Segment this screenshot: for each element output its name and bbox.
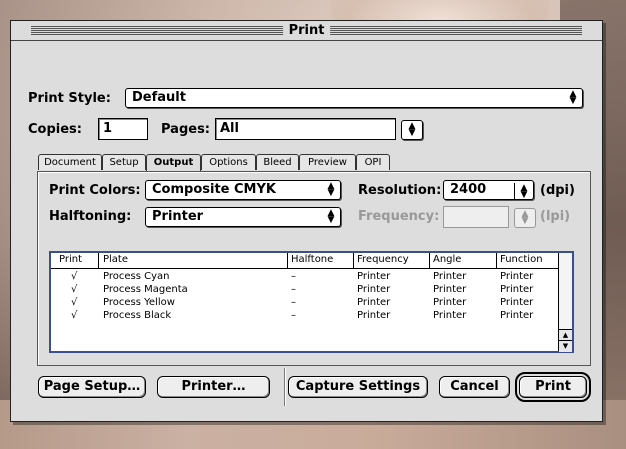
tab-document[interactable]: Document xyxy=(38,154,102,170)
halftone-cell: – xyxy=(291,297,296,308)
column-divider xyxy=(287,253,288,268)
printer-button[interactable]: Printer… xyxy=(157,376,270,398)
checkmark-icon[interactable]: √ xyxy=(71,296,77,309)
function-cell: Printer xyxy=(500,297,534,308)
up-down-arrows-icon: ▲ ▼ xyxy=(569,89,577,106)
col-print[interactable]: Print xyxy=(59,253,82,267)
plate-name: Process Black xyxy=(103,310,172,321)
column-divider xyxy=(496,253,497,268)
frequency-cell: Printer xyxy=(357,310,391,321)
print-style-value: Default xyxy=(132,90,186,105)
frequency-unit: (lpi) xyxy=(540,209,571,224)
function-cell: Printer xyxy=(500,271,534,282)
col-angle[interactable]: Angle xyxy=(433,253,461,267)
window-title: Print xyxy=(282,22,331,39)
up-down-arrows-icon: ▲ ▼ xyxy=(514,183,533,200)
halftone-cell: – xyxy=(291,284,296,295)
up-down-arrows-icon: ▲ ▼ xyxy=(327,208,335,225)
copies-label: Copies: xyxy=(28,122,82,137)
resolution-label: Resolution: xyxy=(358,183,442,198)
up-down-arrows-icon: ▲ ▼ xyxy=(521,209,529,226)
table-row[interactable]: √ Process Cyan – Printer Printer Printer xyxy=(51,270,561,283)
plate-name: Process Yellow xyxy=(103,297,175,308)
frequency-cell: Printer xyxy=(357,271,391,282)
plate-name: Process Magenta xyxy=(103,284,188,295)
frequency-popup[interactable]: ▲ ▼ xyxy=(514,208,536,228)
capture-settings-button[interactable]: Capture Settings xyxy=(288,376,428,398)
print-colors-label: Print Colors: xyxy=(49,183,141,198)
tab-bleed[interactable]: Bleed xyxy=(256,154,299,170)
tab-options[interactable]: Options xyxy=(201,154,256,170)
tab-output[interactable]: Output xyxy=(146,154,201,171)
frequency-field[interactable] xyxy=(443,206,509,228)
page-setup-button[interactable]: Page Setup… xyxy=(38,376,146,398)
function-cell: Printer xyxy=(500,284,534,295)
column-divider xyxy=(353,253,354,268)
tab-opi[interactable]: OPI xyxy=(356,154,390,170)
plates-table-header: Print Plate Halftone Frequency Angle Fun… xyxy=(51,253,561,269)
angle-cell: Printer xyxy=(433,271,467,282)
halftoning-value: Printer xyxy=(152,209,204,224)
checkmark-icon[interactable]: √ xyxy=(71,270,77,283)
pages-label: Pages: xyxy=(161,122,211,137)
pages-popup[interactable]: ▲ ▼ xyxy=(401,120,423,140)
print-dialog: Print Print Style: Default ▲ ▼ Copies: 1 … xyxy=(10,20,603,422)
column-divider xyxy=(429,253,430,268)
print-colors-value: Composite CMYK xyxy=(152,182,276,197)
checkmark-icon[interactable]: √ xyxy=(71,283,77,296)
function-cell: Printer xyxy=(500,310,534,321)
col-function[interactable]: Function xyxy=(500,253,543,267)
pages-field[interactable]: All xyxy=(215,118,396,140)
halftone-cell: – xyxy=(291,310,296,321)
copies-field[interactable]: 1 xyxy=(98,118,148,140)
resolution-value: 2400 xyxy=(450,182,487,197)
angle-cell: Printer xyxy=(433,297,467,308)
halftoning-popup[interactable]: Printer ▲ ▼ xyxy=(145,207,341,227)
plates-table-scrollbar[interactable]: ▲ ▼ xyxy=(558,253,572,352)
scroll-down-arrow-icon[interactable]: ▼ xyxy=(559,340,572,352)
col-halftone[interactable]: Halftone xyxy=(291,253,333,267)
angle-cell: Printer xyxy=(433,284,467,295)
up-down-arrows-icon: ▲ ▼ xyxy=(408,121,416,138)
tab-preview[interactable]: Preview xyxy=(299,154,356,170)
frequency-cell: Printer xyxy=(357,284,391,295)
resolution-unit: (dpi) xyxy=(540,183,575,198)
table-row[interactable]: √ Process Black – Printer Printer Printe… xyxy=(51,309,561,322)
print-button[interactable]: Print xyxy=(515,372,591,402)
table-row[interactable]: √ Process Yellow – Printer Printer Print… xyxy=(51,296,561,309)
resolution-popup[interactable]: 2400 ▲ ▼ xyxy=(443,180,534,200)
frequency-cell: Printer xyxy=(357,297,391,308)
up-down-arrows-icon: ▲ ▼ xyxy=(327,181,335,198)
frequency-label: Frequency: xyxy=(358,209,440,224)
tab-setup[interactable]: Setup xyxy=(102,154,146,170)
title-bar[interactable]: Print xyxy=(11,21,602,41)
plate-name: Process Cyan xyxy=(103,271,170,282)
halftone-cell: – xyxy=(291,271,296,282)
halftoning-label: Halftoning: xyxy=(49,209,132,224)
angle-cell: Printer xyxy=(433,310,467,321)
table-row[interactable]: √ Process Magenta – Printer Printer Prin… xyxy=(51,283,561,296)
checkmark-icon[interactable]: √ xyxy=(71,309,77,322)
print-colors-popup[interactable]: Composite CMYK ▲ ▼ xyxy=(145,180,341,200)
print-style-label: Print Style: xyxy=(28,91,111,106)
col-plate[interactable]: Plate xyxy=(103,253,128,267)
print-style-popup[interactable]: Default ▲ ▼ xyxy=(125,88,583,108)
button-group-divider xyxy=(284,368,285,406)
col-frequency[interactable]: Frequency xyxy=(357,253,409,267)
plates-table[interactable]: Print Plate Halftone Frequency Angle Fun… xyxy=(49,251,574,353)
cancel-button[interactable]: Cancel xyxy=(439,376,510,398)
column-divider xyxy=(98,253,99,268)
